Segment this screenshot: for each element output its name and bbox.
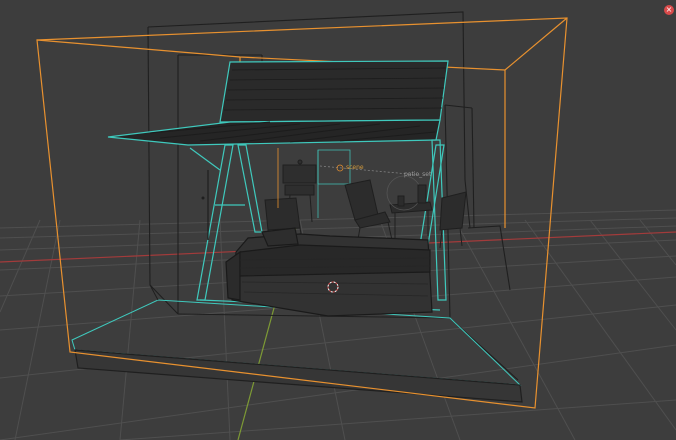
swing-cushion[interactable] [225, 227, 433, 317]
close-icon[interactable]: × [664, 5, 674, 15]
side-table[interactable] [386, 175, 433, 238]
viewport-canvas[interactable] [0, 0, 676, 440]
3d-viewport[interactable]: scene patio_set × [0, 0, 676, 440]
canopy[interactable] [107, 60, 449, 146]
